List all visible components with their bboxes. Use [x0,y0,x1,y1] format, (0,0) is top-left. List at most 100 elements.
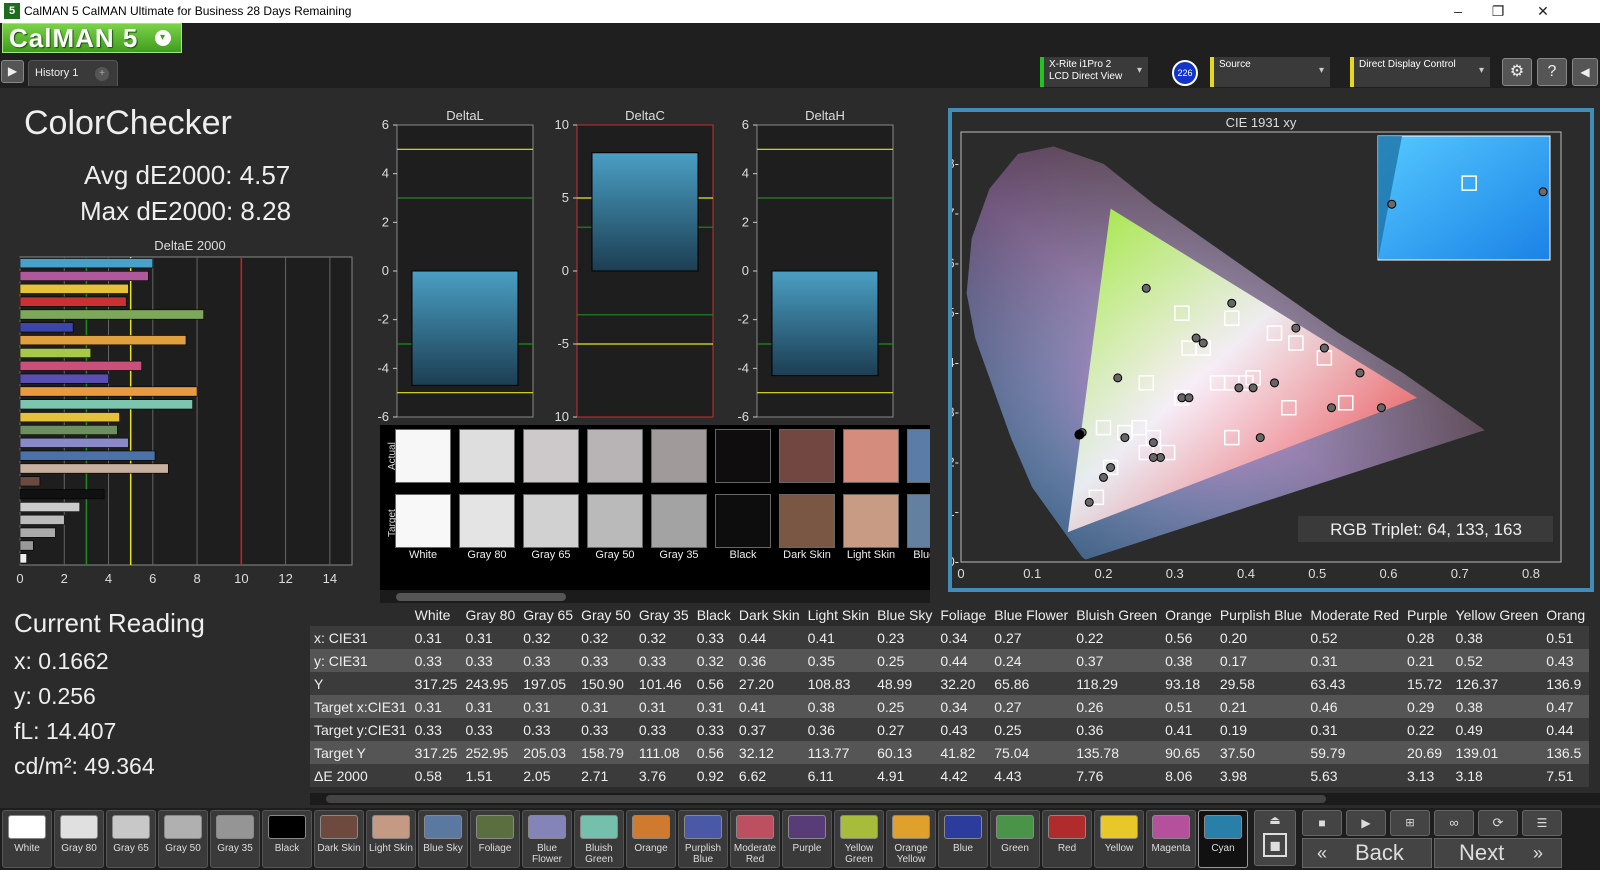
rgb-triplet-readout: RGB Triplet: 64, 133, 163 [1330,520,1522,539]
patch-button[interactable]: Gray 50 [158,810,208,868]
bar [19,463,169,474]
patch-label: Bluish Green [585,843,613,865]
tab-history-1[interactable]: History 1 + [28,60,118,86]
table-cell: 0.22 [1072,626,1162,649]
table-header-cell: Blue Sky [873,603,937,626]
table-scrollbar[interactable] [310,793,1600,805]
table-cell: 317.25 [410,741,462,764]
actual-marker [1327,403,1336,413]
table-cell: 0.51 [1161,695,1216,718]
close-button[interactable]: ✕ [1533,2,1553,20]
help-icon[interactable]: ? [1537,58,1567,86]
actual-marker [1248,383,1258,393]
table-cell: 139.01 [1451,741,1543,764]
patch-button[interactable]: Blue Sky [418,810,468,868]
patch-button[interactable]: Blue [938,810,988,868]
y-tick-label: 4 [742,166,749,181]
bar [19,476,41,487]
bar [19,283,129,294]
patch-button[interactable]: Foliage [470,810,520,868]
stop-square-icon[interactable]: ◼ [1263,833,1287,857]
patch-button[interactable]: Orange Yellow [886,810,936,868]
patch-button[interactable]: Moderate Red [730,810,780,868]
patch-button[interactable]: Yellow [1094,810,1144,868]
bar [19,527,56,538]
calman-logo-button[interactable]: CalMAN 5 ▾ [2,23,182,53]
maximize-button[interactable]: ❐ [1488,2,1508,20]
patch-color-chip [944,815,982,839]
minimize-button[interactable]: – [1448,2,1468,20]
scroll-thumb[interactable] [396,593,566,601]
actual-marker [1099,472,1108,482]
table-header-cell: Blue Flower [990,603,1073,626]
source-selector[interactable]: Source ▾ [1210,57,1330,87]
y-tick-label: -4 [377,360,389,375]
meter-badge[interactable]: 226 [1172,60,1198,86]
patch-button[interactable]: Dark Skin [314,810,364,868]
table-header-cell: Bluish Green [1072,603,1162,626]
display-selector[interactable]: Direct Display Control ▾ [1350,57,1490,87]
eject-control[interactable]: ⏏ ◼ [1254,810,1296,866]
patch-button[interactable]: Purple [782,810,832,868]
table-cell: 0.37 [734,718,804,741]
loop-button[interactable]: ∞ [1434,810,1474,836]
patch-button[interactable]: Blue Flower [522,810,572,868]
scroll-thumb[interactable] [326,795,1326,803]
next-button[interactable]: Next » [1434,838,1562,868]
patch-button[interactable]: Bluish Green [574,810,624,868]
bar [19,399,193,410]
patch-button[interactable]: Light Skin [366,810,416,868]
actual-swatch [715,429,771,483]
play-button[interactable]: ▶ [1346,810,1386,836]
table-cell: 6.11 [803,764,874,787]
patch-button[interactable]: Yellow Green [834,810,884,868]
patch-button[interactable]: Green [990,810,1040,868]
add-tab-icon[interactable]: + [95,67,109,81]
table-cell: 29.58 [1215,672,1307,695]
table-cell: 0.52 [1306,626,1404,649]
actual-marker [1234,383,1244,393]
step-button[interactable]: ⊞ [1390,810,1430,836]
patch-button[interactable]: Black [262,810,312,868]
actual-swatch [587,429,643,483]
y-tick-label: -2 [737,312,749,327]
actual-marker [1148,452,1158,462]
x-tick-label: 0.7 [1451,566,1469,581]
table-cell: 0.17 [1215,649,1307,672]
patch-button[interactable]: Gray 35 [210,810,260,868]
reading-cd: cd/m²: 49.364 [14,753,155,779]
target-swatch [779,494,835,548]
collapse-panel-icon[interactable]: ◀ [1572,58,1598,86]
back-button[interactable]: « Back [1302,838,1432,868]
patch-button[interactable]: White [2,810,52,868]
table-cell: 3.76 [634,764,693,787]
patch-button[interactable]: Red [1042,810,1092,868]
actual-swatch [651,429,707,483]
play-icon[interactable]: ▶ [1,60,24,83]
patch-button[interactable]: Cyan [1198,810,1248,868]
patch-button[interactable]: Gray 65 [106,810,156,868]
meter-selector[interactable]: X-Rite i1Pro 2 LCD Direct View ▾ [1040,57,1148,87]
stop-button[interactable]: ■ [1302,810,1342,836]
table-cell: 0.56 [692,741,735,764]
table-header-cell: Dark Skin [734,603,804,626]
y-tick-label: 4 [382,166,389,181]
actual-marker [1106,462,1116,472]
patch-button[interactable]: Magenta [1146,810,1196,868]
swatch-scrollbar[interactable] [380,590,930,604]
options-button[interactable]: ☰ [1522,810,1562,836]
table-header-cell: Light Skin [803,603,874,626]
max-de: Max dE2000: 8.28 [80,196,292,226]
table-cell: 0.51 [1542,626,1590,649]
table-cell: 0.33 [519,718,578,741]
patch-button[interactable]: Orange [626,810,676,868]
settings-gear-icon[interactable]: ⚙ [1502,58,1532,86]
y-tick-label: 0.1- [952,504,959,519]
refresh-button[interactable]: ⟳ [1478,810,1518,836]
table-cell: 15.72 [1403,672,1452,695]
patch-button[interactable]: Purplish Blue [678,810,728,868]
patch-button[interactable]: Gray 80 [54,810,104,868]
table-cell: 0.36 [803,718,874,741]
table-cell: 0.36 [734,649,804,672]
avg-de: Avg dE2000: 4.57 [84,160,291,190]
